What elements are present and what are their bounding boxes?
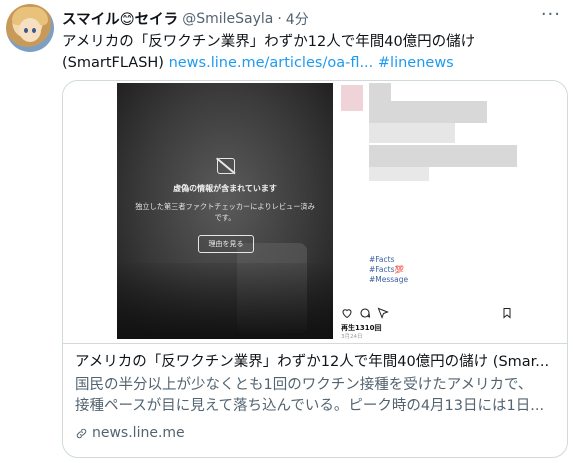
tweet-text-line: アメリカの「反ワクチン業界」わずか12人で年間40億円の儲け xyxy=(62,34,476,50)
pixelated-block xyxy=(369,83,391,101)
user-handle[interactable]: @SmileSayla xyxy=(182,11,273,27)
card-domain[interactable]: news.line.me xyxy=(75,425,185,441)
card-description: 国民の半分以上が少なくとも1回のワクチン接種を受けたアメリカで、 接種ペースが目… xyxy=(75,375,559,417)
pixelated-block xyxy=(369,167,429,181)
pixelated-avatar xyxy=(341,85,363,111)
heart-icon xyxy=(342,309,352,319)
avatar-eye-right xyxy=(32,28,36,33)
card-title[interactable]: アメリカの「反ワクチン業界」わずか12人で年間40億円の儲け (Smar... xyxy=(75,352,559,373)
card-image[interactable]: 虚偽の情報が含まれています 独立した第三者ファクトチェッカーによりレビュー済みで… xyxy=(63,81,567,341)
instagram-post: #Facts #Facts💯 #Message 再生1310回 3月24日 xyxy=(333,83,519,340)
card-text[interactable]: アメリカの「反ワクチン業界」わずか12人で年間40億円の儲け (Smar... … xyxy=(63,343,567,457)
pixelated-block xyxy=(369,101,487,123)
tweet-source: (SmartFLASH) xyxy=(62,55,169,71)
link-icon xyxy=(76,428,87,438)
share-icon xyxy=(377,307,389,319)
post-actions xyxy=(341,307,513,321)
card-description-line: 接種ペースが目に見えて落ち込んでいる。ピーク時の4月13日には1日... xyxy=(75,398,545,414)
tweet-text-line: (SmartFLASH) news.line.me/articles/oa-fl… xyxy=(62,53,562,74)
tweet-header: スマイル😊セイラ @SmileSayla · 4分 xyxy=(62,8,309,29)
blurred-video-frame: 虚偽の情報が含まれています 独立した第三者ファクトチェッカーによりレビュー済みで… xyxy=(117,83,333,339)
more-horizontal-icon[interactable]: ··· xyxy=(541,4,561,25)
tweet-url-link[interactable]: news.line.me/articles/oa-fl... xyxy=(169,55,374,71)
eye-off-icon xyxy=(217,158,235,174)
post-hashtag: #Facts xyxy=(369,255,395,264)
hashtag-link[interactable]: #linenews xyxy=(378,55,454,71)
bookmark-icon xyxy=(503,308,511,319)
link-card[interactable]: 虚偽の情報が含まれています 独立した第三者ファクトチェッカーによりレビュー済みで… xyxy=(62,80,568,458)
blur-shade xyxy=(117,263,333,339)
false-info-title: 虚偽の情報が含まれています xyxy=(173,184,277,193)
see-why-button: 理由を見る xyxy=(198,235,254,253)
avatar[interactable] xyxy=(6,4,54,52)
timestamp[interactable]: 4分 xyxy=(286,9,309,29)
display-name[interactable]: スマイル😊セイラ xyxy=(62,8,178,29)
false-info-description: 独立した第三者ファクトチェッカーによりレビュー済みです。 xyxy=(135,202,315,222)
avatar-face xyxy=(19,18,41,42)
post-hashtag: #Message xyxy=(369,275,409,284)
pixelated-block xyxy=(369,123,455,143)
post-hashtag: #Facts💯 xyxy=(369,265,404,274)
separator-dot: · xyxy=(277,10,282,27)
post-date: 3月24日 xyxy=(341,334,363,340)
avatar-eye-left xyxy=(24,28,28,33)
card-description-line: 国民の半分以上が少なくとも1回のワクチン接種を受けたアメリカで、 xyxy=(75,377,533,393)
tweet-text: アメリカの「反ワクチン業界」わずか12人で年間40億円の儲け (SmartFLA… xyxy=(62,32,562,74)
card-domain-text: news.line.me xyxy=(92,425,185,441)
comment-icon xyxy=(360,308,371,318)
pixelated-block xyxy=(369,145,517,167)
